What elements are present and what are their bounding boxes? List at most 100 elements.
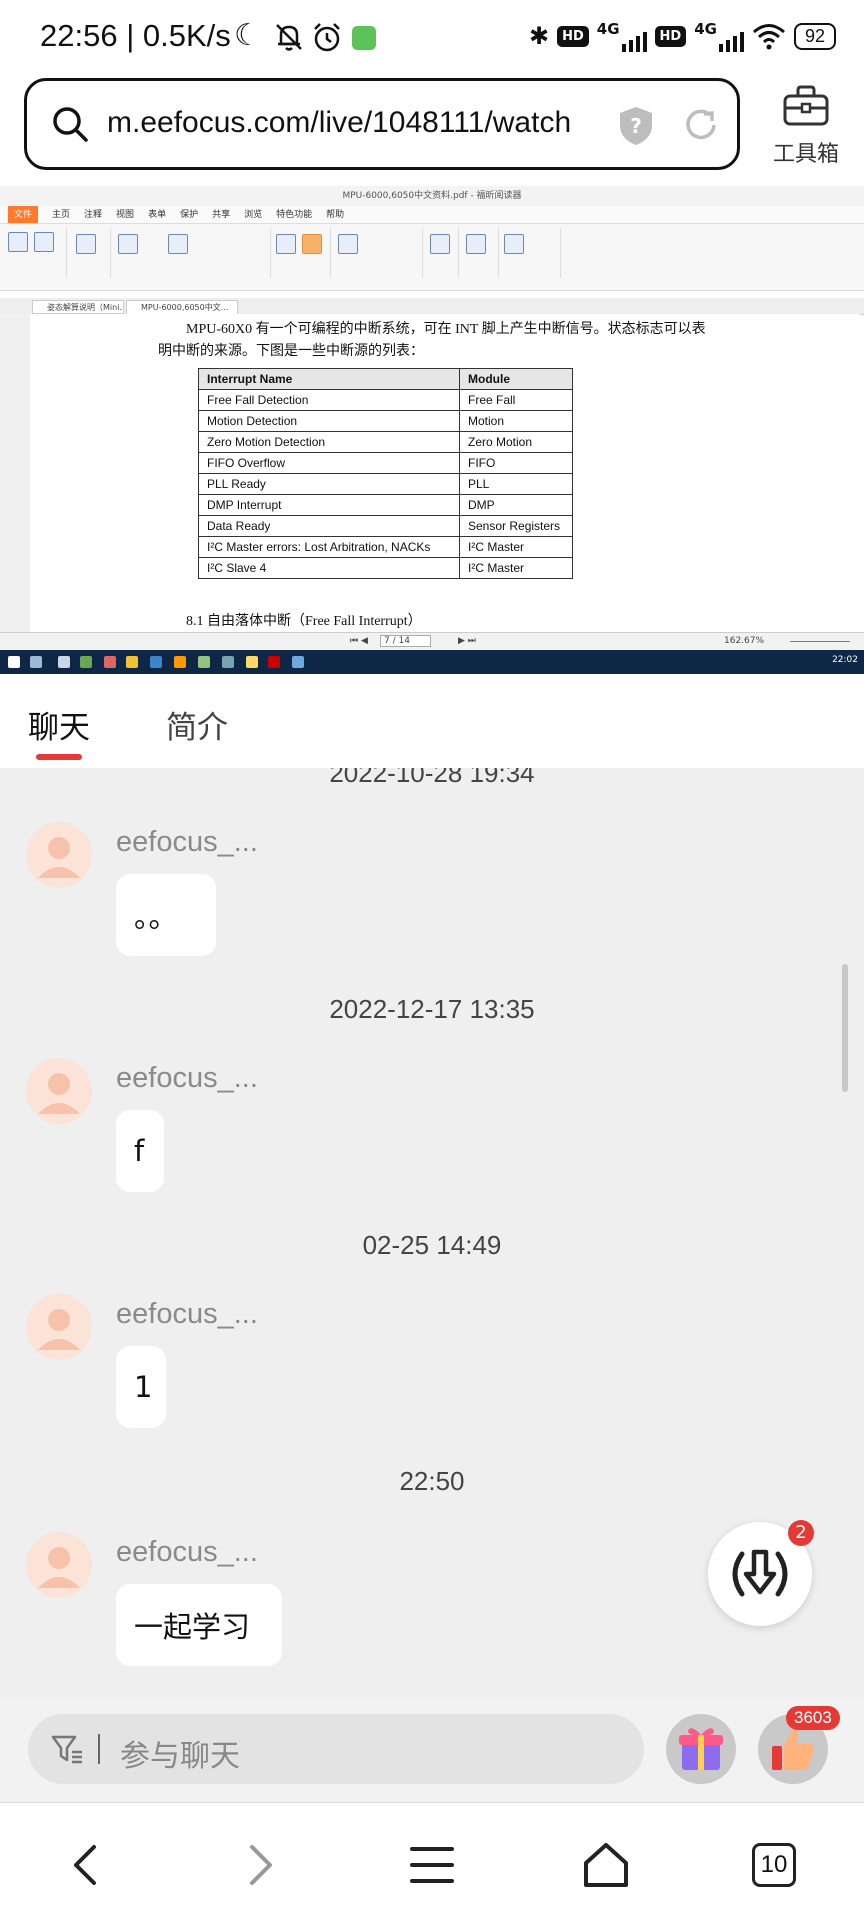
pdf-window-title: MPU-6000,6050中文资料.pdf - 福昕阅读器 xyxy=(0,186,864,206)
table-row: I²C Slave 4 I²C Master xyxy=(198,557,573,579)
tab-intro[interactable]: 简介 xyxy=(166,702,228,747)
toolbox-button[interactable]: 工具箱 xyxy=(766,84,846,168)
message-timestamp: 02-25 14:49 xyxy=(362,1230,502,1260)
tab-chat[interactable]: 聊天 xyxy=(28,702,90,747)
pdf-menu-item: 浏览 xyxy=(244,210,263,220)
pdf-menu-item: 主页 xyxy=(52,210,71,220)
avatar xyxy=(26,822,92,888)
pdf-menu-item: 视图 xyxy=(116,210,135,220)
home-icon[interactable] xyxy=(580,1839,632,1891)
chat-input-bar: 参与聊天 3603 xyxy=(0,1698,864,1802)
page-nav-icon: ⏮ ◀ xyxy=(350,636,368,646)
gift-button[interactable] xyxy=(666,1714,736,1784)
table-cell: Motion xyxy=(459,410,573,432)
status-right-group: ✱ HD 4G HD 4G 92 xyxy=(529,20,836,52)
taskbar-clock: 22:02 xyxy=(832,655,858,665)
pdf-doc-tab-active: MPU-6000,6050中文... xyxy=(126,300,238,314)
bluetooth-icon: ✱ xyxy=(529,22,550,50)
reload-icon[interactable] xyxy=(681,105,721,145)
ribbon-group xyxy=(330,228,423,278)
table-cell: FIFO xyxy=(459,452,573,474)
filter-icon[interactable] xyxy=(50,1732,84,1766)
chat-scrollbar[interactable] xyxy=(842,964,848,1092)
moon-icon: ☾ xyxy=(234,18,261,53)
live-video-player[interactable]: MPU-6000,6050中文资料.pdf - 福昕阅读器 文件 主页 注释 视… xyxy=(0,186,864,674)
message-bubble: 一起学习 xyxy=(116,1584,282,1666)
avatar xyxy=(26,1294,92,1360)
signal-icon-2: 4G xyxy=(694,20,744,52)
taskbar-app-icon xyxy=(58,656,70,668)
table-header: Module xyxy=(459,368,573,390)
message-timestamp: 2022-10-28 19:34 xyxy=(329,768,535,788)
table-row: Free Fall Detection Free Fall xyxy=(198,389,573,411)
pdf-status-bar: ⏮ ◀ 7 / 14 ▶ ⏭ 162.67% xyxy=(0,632,864,651)
zoom-level: 162.67% xyxy=(724,636,765,646)
avatar xyxy=(26,1532,92,1598)
interrupt-table: Interrupt Name Module Free Fall Detection… xyxy=(198,368,573,579)
pdf-paragraph: MPU-60X0 有一个可编程的中断系统，可在 INT 脚上产生中断信号。状态标… xyxy=(186,322,706,337)
link-icon xyxy=(466,234,486,254)
ribbon-group xyxy=(270,228,331,278)
table-cell: DMP Interrupt xyxy=(198,494,460,516)
table-header: Interrupt Name xyxy=(198,368,460,390)
pdf-doc-tab: 姿态解算说明（Mini... xyxy=(32,300,124,314)
message-bubble: 。。 xyxy=(116,874,216,956)
page-nav-next-icon: ▶ ⏭ xyxy=(458,636,476,646)
like-button[interactable]: 3603 xyxy=(758,1706,840,1784)
alarm-icon xyxy=(314,23,340,52)
zoom-icon xyxy=(168,234,188,254)
shield-icon[interactable]: ? xyxy=(617,105,655,147)
taskbar-app-icon xyxy=(80,656,92,668)
table-cell: Data Ready xyxy=(198,515,460,537)
tab-switcher-button[interactable]: 10 xyxy=(752,1843,796,1887)
status-time: 22:56 | 0.5K/s xyxy=(40,18,231,53)
ribbon-group xyxy=(458,228,499,278)
table-row: FIFO Overflow FIFO xyxy=(198,452,573,474)
input-divider xyxy=(98,1734,100,1764)
table-cell: Zero Motion xyxy=(459,431,573,453)
table-cell: Free Fall Detection xyxy=(198,389,460,411)
table-row: DMP Interrupt DMP xyxy=(198,494,573,516)
pdf-menu-bar: 文件 主页 注释 视图 表单 保护 共享 浏览 特色功能 帮助 xyxy=(0,206,864,224)
toolbox-label: 工具箱 xyxy=(772,142,839,167)
ribbon-group xyxy=(422,228,459,278)
table-row: Motion Detection Motion xyxy=(198,410,573,432)
pdf-page: MPU-60X0 有一个可编程的中断系统，可在 INT 脚上产生中断信号。状态标… xyxy=(30,314,860,632)
pdf-menu-item: 表单 xyxy=(148,210,167,220)
pdf-menu-item: 共享 xyxy=(212,210,231,220)
back-icon[interactable] xyxy=(60,1839,112,1891)
message-timestamp: 2022-12-17 13:35 xyxy=(329,994,535,1024)
snapshot-icon xyxy=(76,234,96,254)
gift-icon xyxy=(679,1728,723,1770)
attachment-icon xyxy=(504,234,524,254)
table-row: Zero Motion Detection Zero Motion xyxy=(198,431,573,453)
menu-icon[interactable] xyxy=(406,1839,458,1891)
pdf-menu-item: 保护 xyxy=(180,210,199,220)
battery-indicator: 92 xyxy=(793,22,836,50)
table-cell: I²C Master xyxy=(459,536,573,558)
avatar xyxy=(26,1058,92,1124)
page-indicator: 7 / 14 xyxy=(380,635,431,647)
scroll-to-latest-button[interactable]: 2 xyxy=(708,1520,814,1626)
table-cell: PLL xyxy=(459,473,573,495)
taskbar-app-icon xyxy=(126,656,138,668)
active-tab-indicator xyxy=(36,754,82,760)
search-icon xyxy=(53,107,88,142)
app-notification-icon xyxy=(352,26,376,50)
pdf-doc-tabs: 姿态解算说明（Mini... MPU-6000,6050中文... xyxy=(0,298,864,315)
select-tool-icon xyxy=(34,232,54,252)
url-text[interactable]: m.eefocus.com/live/1048111/watch xyxy=(107,106,571,140)
chat-list[interactable]: 2022-10-28 19:34 eefocus_... 。。 2022-12-… xyxy=(0,768,864,1698)
address-bar[interactable]: m.eefocus.com/live/1048111/watch ? xyxy=(24,78,740,170)
table-cell: Zero Motion Detection xyxy=(198,431,460,453)
table-cell: Motion Detection xyxy=(198,410,460,432)
message-bubble: 1 xyxy=(116,1346,166,1428)
chat-input[interactable]: 参与聊天 xyxy=(28,1714,644,1784)
windows-taskbar: 22:02 xyxy=(0,650,864,674)
hd-icon: HD xyxy=(557,25,589,47)
toolbox-icon xyxy=(783,85,829,126)
message-username: eefocus_... xyxy=(116,1536,258,1568)
ribbon-group xyxy=(498,228,561,278)
forward-icon[interactable] xyxy=(234,1839,286,1891)
message-username: eefocus_... xyxy=(116,826,258,858)
